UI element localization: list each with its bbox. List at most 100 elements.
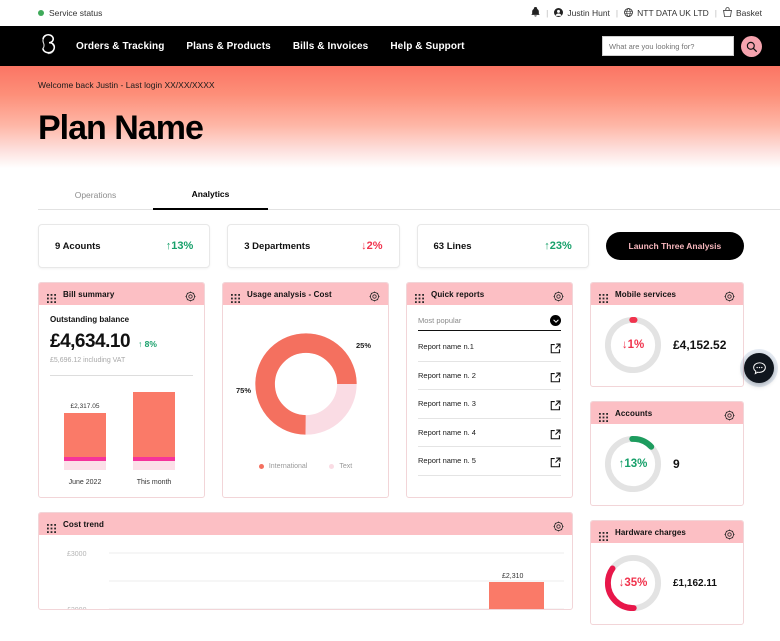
main-navigation: Orders & Tracking Plans & Products Bills… [0,26,780,66]
basket-label: Basket [736,8,762,18]
card-body: ↓ 35% £1,162.11 [591,543,743,624]
bar-value-label: £2,310 [502,573,524,580]
legend-label: International [268,463,308,470]
bar [489,582,544,609]
launch-three-analysis-button[interactable]: Launch Three Analysis [605,232,744,260]
kpi-label: 3 Departments [244,240,311,252]
chart-legend: International Text [234,463,377,470]
three-logo[interactable] [36,32,62,60]
bell-icon[interactable] [531,7,540,19]
kpi-card-departments[interactable]: 3 Departments ↓2% [227,224,400,268]
divider: | [615,8,619,18]
legend-swatch-icon [258,464,264,469]
balance-delta: ↑ 8% [138,339,157,349]
card-quick-reports: Quick reports Most popular Report name n… [406,282,573,498]
drag-handle-icon[interactable] [415,290,424,303]
external-link-icon[interactable] [550,370,561,383]
utility-bar: Service status | Justin Hunt | NTT DATA … [0,0,780,26]
chat-widget-button[interactable] [744,353,774,383]
search-button[interactable] [741,35,762,57]
nav-link-help-support[interactable]: Help & Support [390,41,464,52]
gauge-percent: ↓ 1% [621,339,645,351]
legend-swatch-icon [329,464,335,469]
card-title: Mobile services [615,289,677,299]
legend-label: Text [339,463,353,470]
gear-icon[interactable] [185,289,196,302]
search-input[interactable] [602,36,734,56]
bar [133,392,175,470]
company-menu[interactable]: NTT DATA UK LTD [624,7,709,19]
search-area [602,35,762,57]
drag-handle-icon[interactable] [47,520,56,533]
drag-handle-icon[interactable] [231,290,240,303]
tab-analytics[interactable]: Analytics [153,189,268,210]
nav-link-orders-tracking[interactable]: Orders & Tracking [76,41,164,52]
company-name: NTT DATA UK LTD [637,8,709,18]
basket-icon [723,7,732,19]
legend-item-international: International [258,463,308,470]
dashboard-top-row: Bill summary Outstanding balance £4,634.… [38,282,573,498]
kpi-delta: ↑13% [165,240,194,252]
nav-link-plans-products[interactable]: Plans & Products [186,41,270,52]
list-item[interactable]: Report name n. 5 [418,447,561,476]
card-body: 25% 75% International Text [223,305,388,481]
welcome-message: Welcome back Justin - Last login XX/XX/X… [38,80,215,90]
card-header: Usage analysis - Cost [223,283,388,305]
card-header: Mobile services [591,283,743,305]
card-header: Quick reports [407,283,572,305]
list-item[interactable]: Report name n.1 [418,333,561,362]
bar-segment-bottom [133,461,175,470]
list-item[interactable]: Report name n. 2 [418,362,561,390]
donut-label-text: 25% [355,341,371,350]
external-link-icon[interactable] [550,455,561,468]
gear-icon[interactable] [724,408,735,421]
drag-handle-icon[interactable] [599,409,608,422]
list-item[interactable]: Report name n. 4 [418,419,561,447]
external-link-icon[interactable] [550,398,561,411]
list-item[interactable]: Report name n. 3 [418,390,561,419]
card-body: ↑ 13% 9 [591,424,743,505]
status-dot-icon [38,10,44,16]
nav-link-bills-invoices[interactable]: Bills & Invoices [293,41,369,52]
gear-icon[interactable] [553,519,564,532]
kpi-card-accounts[interactable]: 9 Acounts ↑13% [38,224,211,268]
accounts-gauge: ↑ 13% [602,433,664,495]
y-tick-label: £3000 [67,551,87,558]
card-header: Bill summary [39,283,204,305]
gear-icon[interactable] [553,289,564,302]
card-hardware-charges: Hardware charges ↓ 35% £1,162.11 [590,520,744,625]
nav-links: Orders & Tracking Plans & Products Bills… [76,41,465,52]
reports-filter-select[interactable]: Most popular [418,315,561,331]
search-icon [746,41,757,52]
gear-icon[interactable] [724,527,735,540]
y-tick-label: £2000 [67,607,87,609]
user-menu[interactable]: Justin Hunt [554,7,610,19]
gauge-percent: ↑ 13% [618,458,648,470]
chevron-down-icon[interactable] [550,315,561,326]
user-icon [554,7,564,19]
globe-icon [624,7,633,19]
kpi-label: 63 Lines [433,240,472,252]
drag-handle-icon[interactable] [599,528,608,541]
bill-summary-bar-chart: £2,317.05 June 2022 This month [50,382,193,486]
drag-handle-icon[interactable] [47,290,56,303]
gear-icon[interactable] [724,289,735,302]
tab-operations[interactable]: Operations [38,190,153,210]
service-status[interactable]: Service status [38,8,102,18]
external-link-icon[interactable] [550,341,561,354]
basket-link[interactable]: Basket [723,7,762,19]
accounts-value: 9 [673,457,680,471]
report-name: Report name n. 3 [418,399,476,409]
drag-handle-icon[interactable] [599,290,608,303]
legend-item-text: Text [329,463,352,470]
user-name: Justin Hunt [567,8,610,18]
donut-chart [254,333,357,435]
bar-value-label: £2,317.05 [70,403,100,410]
kpi-card-lines[interactable]: 63 Lines ↑23% [416,224,589,268]
vat-note: £5,696.12 including VAT [50,357,126,364]
external-link-icon[interactable] [550,427,561,440]
card-body: ↓ 1% £4,152.52 [591,305,743,386]
usage-analysis-donut: 25% 75% [234,309,377,459]
gear-icon[interactable] [369,289,380,302]
bar-segment-bottom [64,461,106,470]
